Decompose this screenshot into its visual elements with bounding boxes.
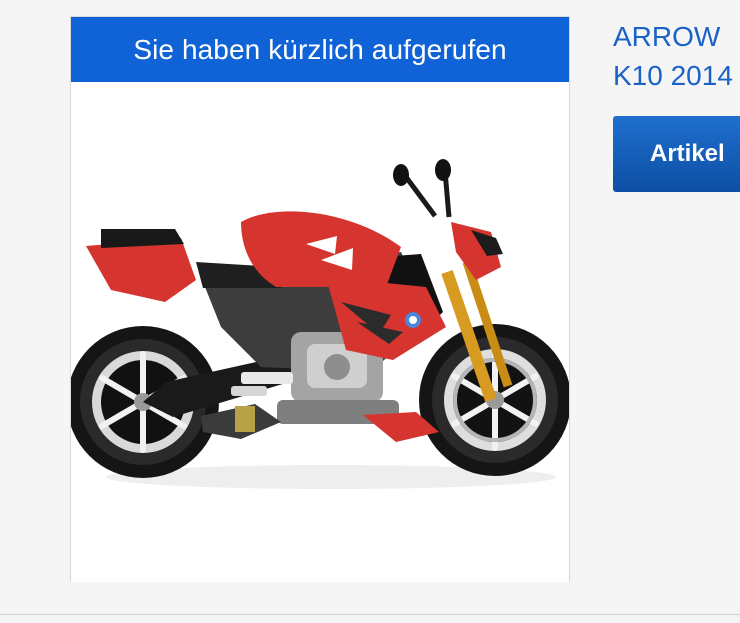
article-button-label: Artikel bbox=[650, 140, 725, 167]
product-title-line-2: K10 2014 bbox=[613, 60, 733, 91]
product-title-link[interactable]: ARROW K10 2014 bbox=[613, 17, 740, 95]
product-image[interactable] bbox=[71, 82, 569, 582]
recently-viewed-heading-text: Sie haben kürzlich aufgerufen bbox=[133, 33, 507, 65]
product-title-line-1: ARROW bbox=[613, 21, 721, 52]
article-button[interactable]: Artikel bbox=[613, 116, 740, 192]
recently-viewed-card[interactable]: Sie haben kürzlich aufgerufen bbox=[70, 16, 570, 582]
recently-viewed-heading: Sie haben kürzlich aufgerufen bbox=[71, 17, 569, 82]
